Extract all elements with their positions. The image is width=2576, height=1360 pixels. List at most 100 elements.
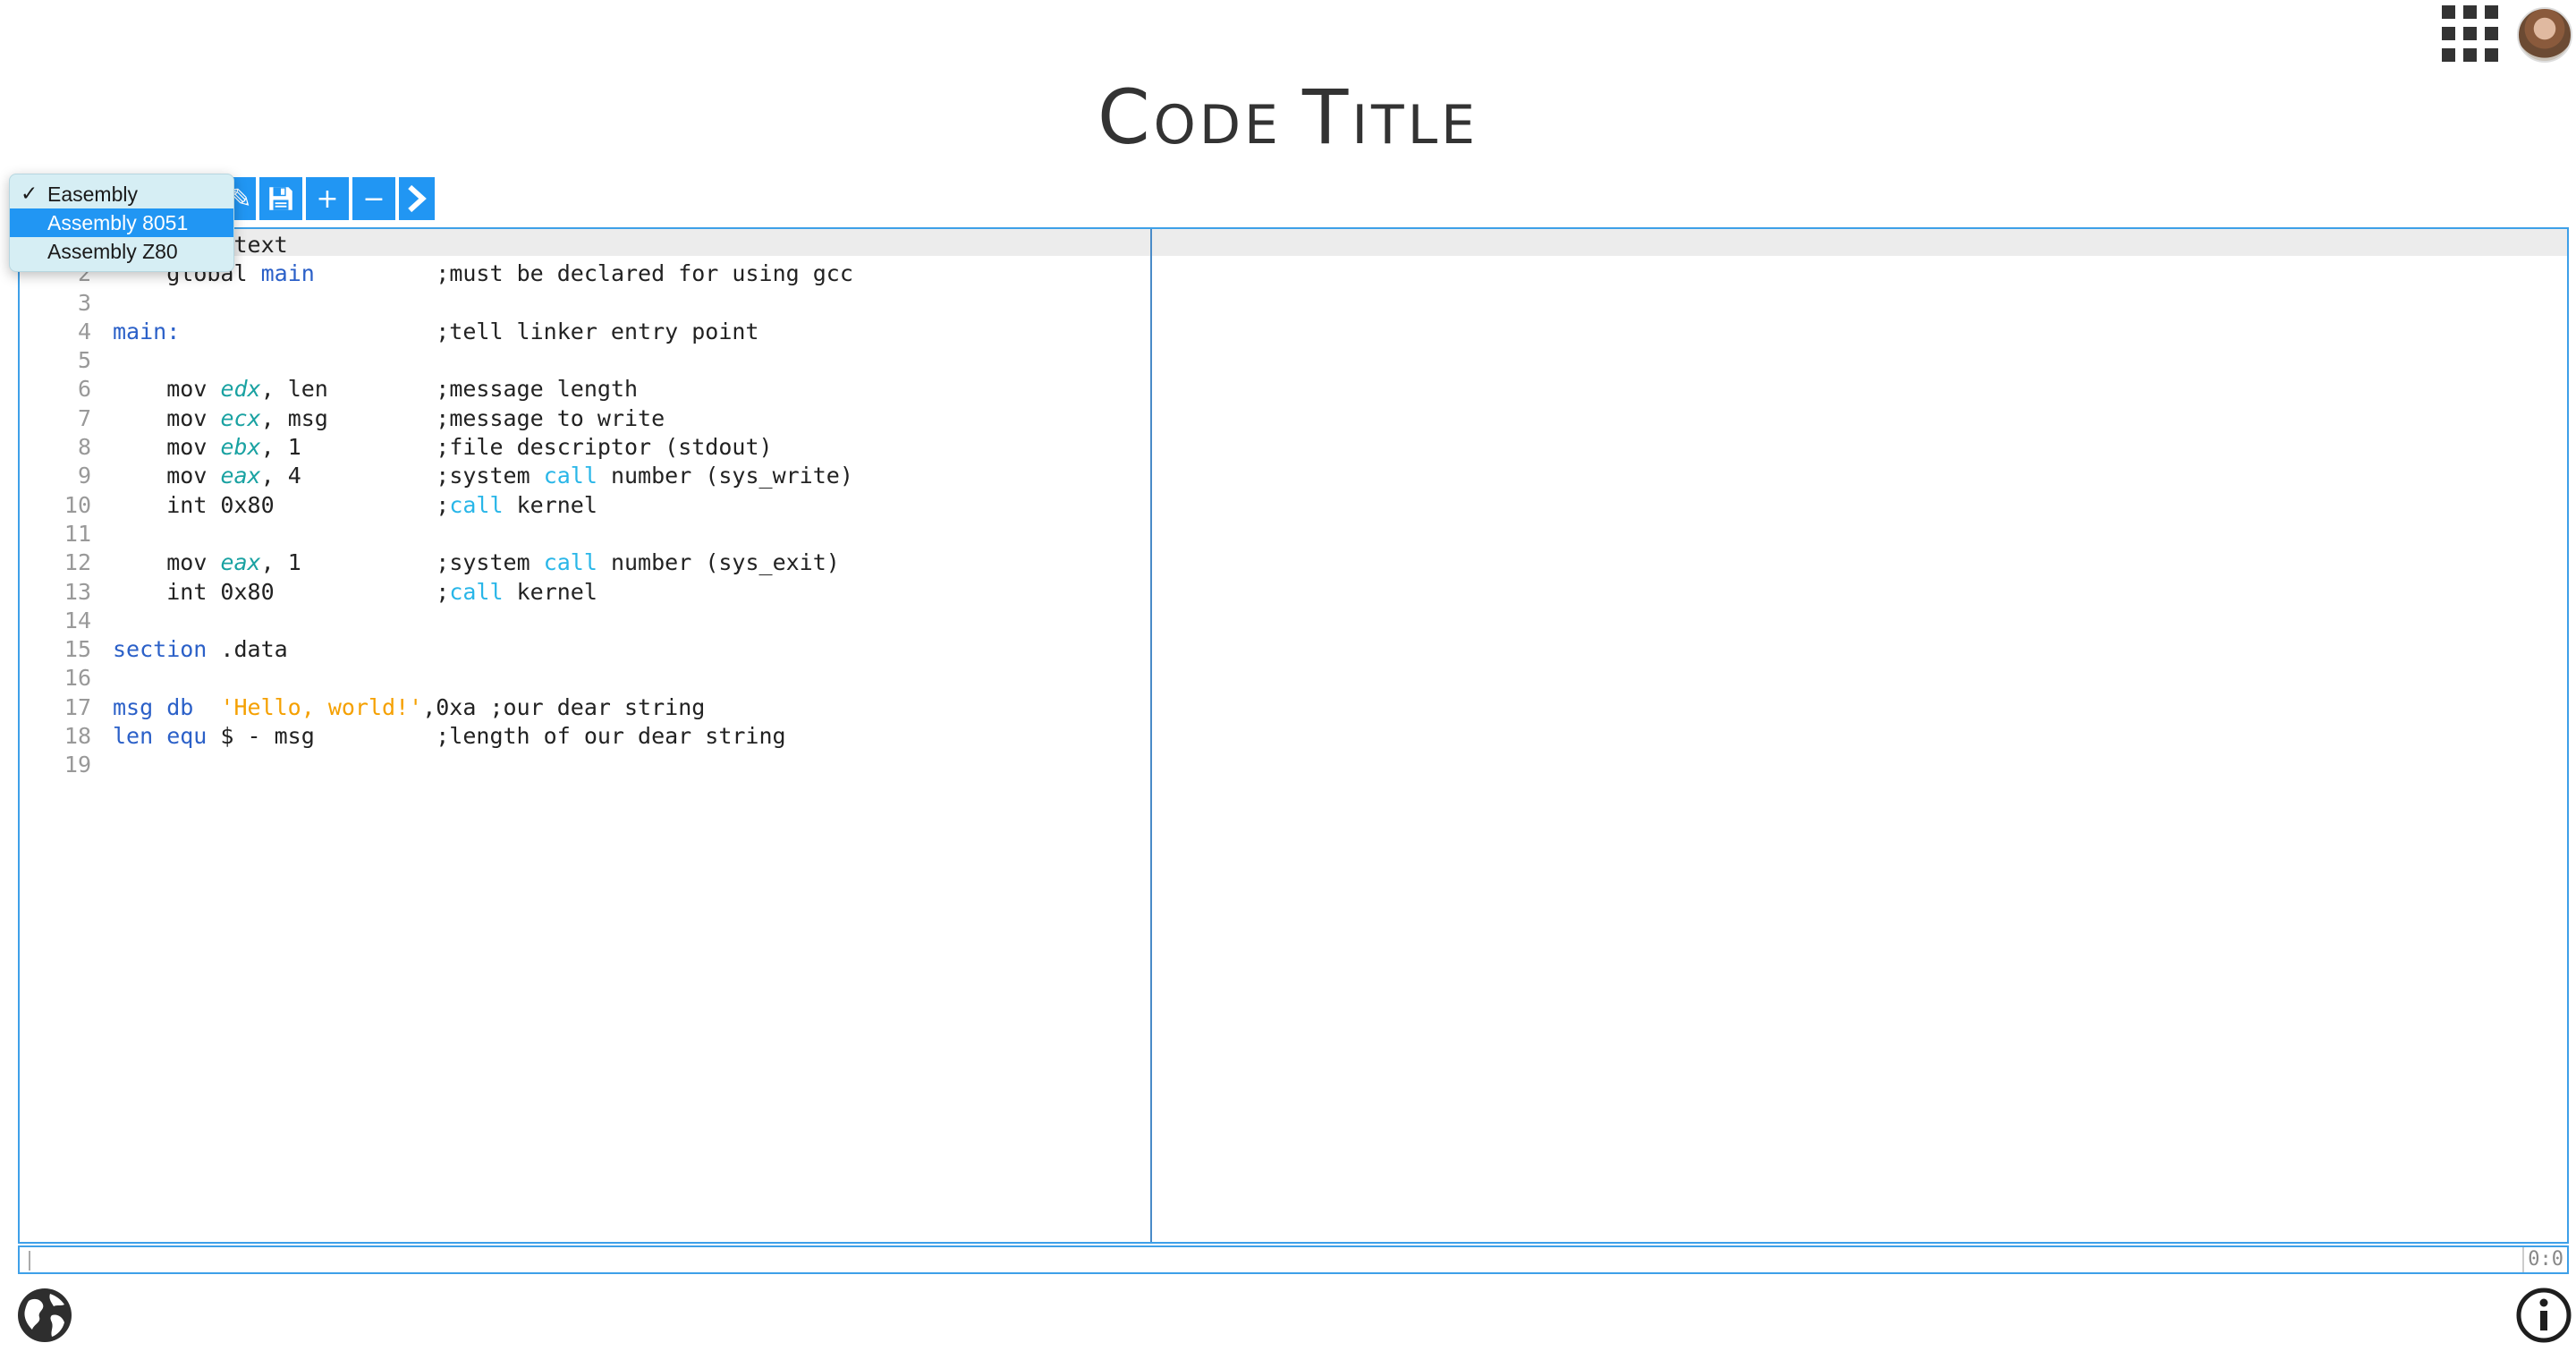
code-line: main: ;tell linker entry point — [113, 318, 853, 346]
code-editor-pane[interactable]: 2 3 4 5 6 7 8 9 10 11 12 13 14 15 16 17 … — [20, 229, 1152, 1242]
language-option-assembly-8051[interactable]: Assembly 8051 — [10, 208, 233, 237]
input-caret — [29, 1251, 30, 1271]
code-text: , 1 — [260, 549, 301, 576]
code-line: int 0x80 ;call kernel — [113, 578, 853, 607]
option-label: Assembly Z80 — [47, 240, 178, 263]
code-text: int 0x80 — [166, 491, 275, 518]
run-button[interactable] — [399, 177, 435, 220]
code-label: main — [260, 260, 315, 287]
code-text: $ - msg — [207, 723, 315, 750]
code-comment: ;system call number (sys_write) — [436, 463, 853, 489]
code-register: edx — [220, 376, 261, 403]
code-text: mov — [166, 376, 208, 403]
line-number: 4 — [77, 318, 91, 344]
output-pane[interactable] — [1152, 229, 2567, 1242]
line-number: 7 — [77, 404, 91, 431]
code-text: , len — [260, 376, 328, 403]
add-button[interactable]: + — [306, 177, 349, 220]
code-string: 'Hello, world!' — [220, 693, 423, 720]
status-bar[interactable]: 0:0 — [18, 1245, 2569, 1274]
line-number: 8 — [77, 434, 91, 461]
apps-grid-icon[interactable] — [2442, 5, 2499, 63]
code-text: , 4 — [260, 463, 301, 489]
code-text: , 1 — [260, 434, 301, 461]
line-number: 11 — [64, 520, 91, 547]
code-keyword: call — [543, 549, 597, 576]
code-comment: ;must be declared for using gcc — [436, 260, 853, 287]
language-dropdown-menu[interactable]: ✓ Easembly Assembly 8051 Assembly Z80 — [9, 174, 234, 272]
code-text: ,0xa — [422, 693, 477, 720]
code-text: mov — [166, 404, 208, 431]
code-label: len equ — [113, 723, 208, 750]
title-rest-2: itle — [1352, 94, 1479, 157]
code-keyword: call — [543, 463, 597, 489]
line-number: 13 — [64, 578, 91, 605]
check-icon: ✓ — [21, 183, 38, 206]
line-number: 9 — [77, 463, 91, 489]
code-text: mov — [166, 463, 208, 489]
user-avatar[interactable] — [2517, 7, 2572, 63]
code-line: len equ $ - msg ;length of our dear stri… — [113, 722, 853, 751]
code-register: ebx — [220, 434, 261, 461]
code-label: main: — [113, 318, 181, 344]
line-number: 14 — [64, 607, 91, 633]
code-keyword: call — [449, 491, 504, 518]
floppy-disk-icon — [269, 187, 292, 210]
option-label: Easembly — [47, 183, 138, 206]
code-lines: .text global main ;must be declared for … — [113, 231, 853, 780]
code-line: msg db 'Hello, world!',0xa ;our dear str… — [113, 693, 853, 722]
code-comment: ;system call number (sys_exit) — [436, 549, 840, 576]
code-line: mov eax, 1 ;system call number (sys_exit… — [113, 548, 853, 577]
code-text: .data — [207, 636, 288, 663]
code-comment: ;file descriptor (stdout) — [436, 434, 773, 461]
code-comment: ;message length — [436, 376, 639, 403]
line-number: 19 — [64, 752, 91, 778]
info-icon[interactable] — [2515, 1287, 2572, 1344]
save-button[interactable] — [259, 177, 302, 220]
option-label: Assembly 8051 — [47, 211, 189, 234]
code-text: mov — [166, 549, 208, 576]
language-option-easembly[interactable]: ✓ Easembly — [10, 180, 233, 208]
code-line: mov ecx, msg ;message to write — [113, 404, 853, 433]
code-text: mov — [166, 434, 208, 461]
remove-button[interactable]: − — [352, 177, 395, 220]
globe-icon[interactable] — [16, 1287, 73, 1344]
title-initial-2: T — [1302, 73, 1352, 161]
line-number: 3 — [77, 289, 91, 316]
line-number: 12 — [64, 549, 91, 576]
output-header-bar — [1152, 229, 2567, 256]
code-line: mov ebx, 1 ;file descriptor (stdout) — [113, 433, 853, 462]
code-label: msg db — [113, 693, 194, 720]
editor-container: 2 3 4 5 6 7 8 9 10 11 12 13 14 15 16 17 … — [18, 227, 2569, 1244]
line-number: 16 — [64, 665, 91, 692]
language-option-assembly-z80[interactable]: Assembly Z80 — [10, 237, 233, 266]
code-keyword: call — [449, 578, 504, 605]
line-number: 15 — [64, 636, 91, 663]
code-register: ecx — [220, 404, 261, 431]
page-title: Code Title — [0, 73, 2576, 161]
line-number: 6 — [77, 376, 91, 403]
code-comment: ;tell linker entry point — [436, 318, 759, 344]
line-number: 18 — [64, 723, 91, 750]
code-comment: ;our dear string — [489, 693, 706, 720]
chevron-right-icon — [408, 184, 427, 213]
minus-icon: − — [362, 183, 386, 215]
title-initial-1: C — [1097, 73, 1154, 161]
plus-icon: + — [316, 183, 339, 215]
code-comment: ;message to write — [436, 404, 665, 431]
line-number-gutter: 2 3 4 5 6 7 8 9 10 11 12 13 14 15 16 17 … — [20, 231, 91, 780]
cursor-position: 0:0 — [2522, 1247, 2567, 1272]
code-text: , msg — [260, 404, 328, 431]
code-comment: ;call kernel — [436, 491, 597, 518]
code-comment: ;length of our dear string — [436, 723, 786, 750]
code-text: int 0x80 — [166, 578, 275, 605]
code-line: section .data — [113, 635, 853, 664]
code-label: section — [113, 636, 208, 663]
title-rest-1: ode — [1153, 94, 1303, 157]
